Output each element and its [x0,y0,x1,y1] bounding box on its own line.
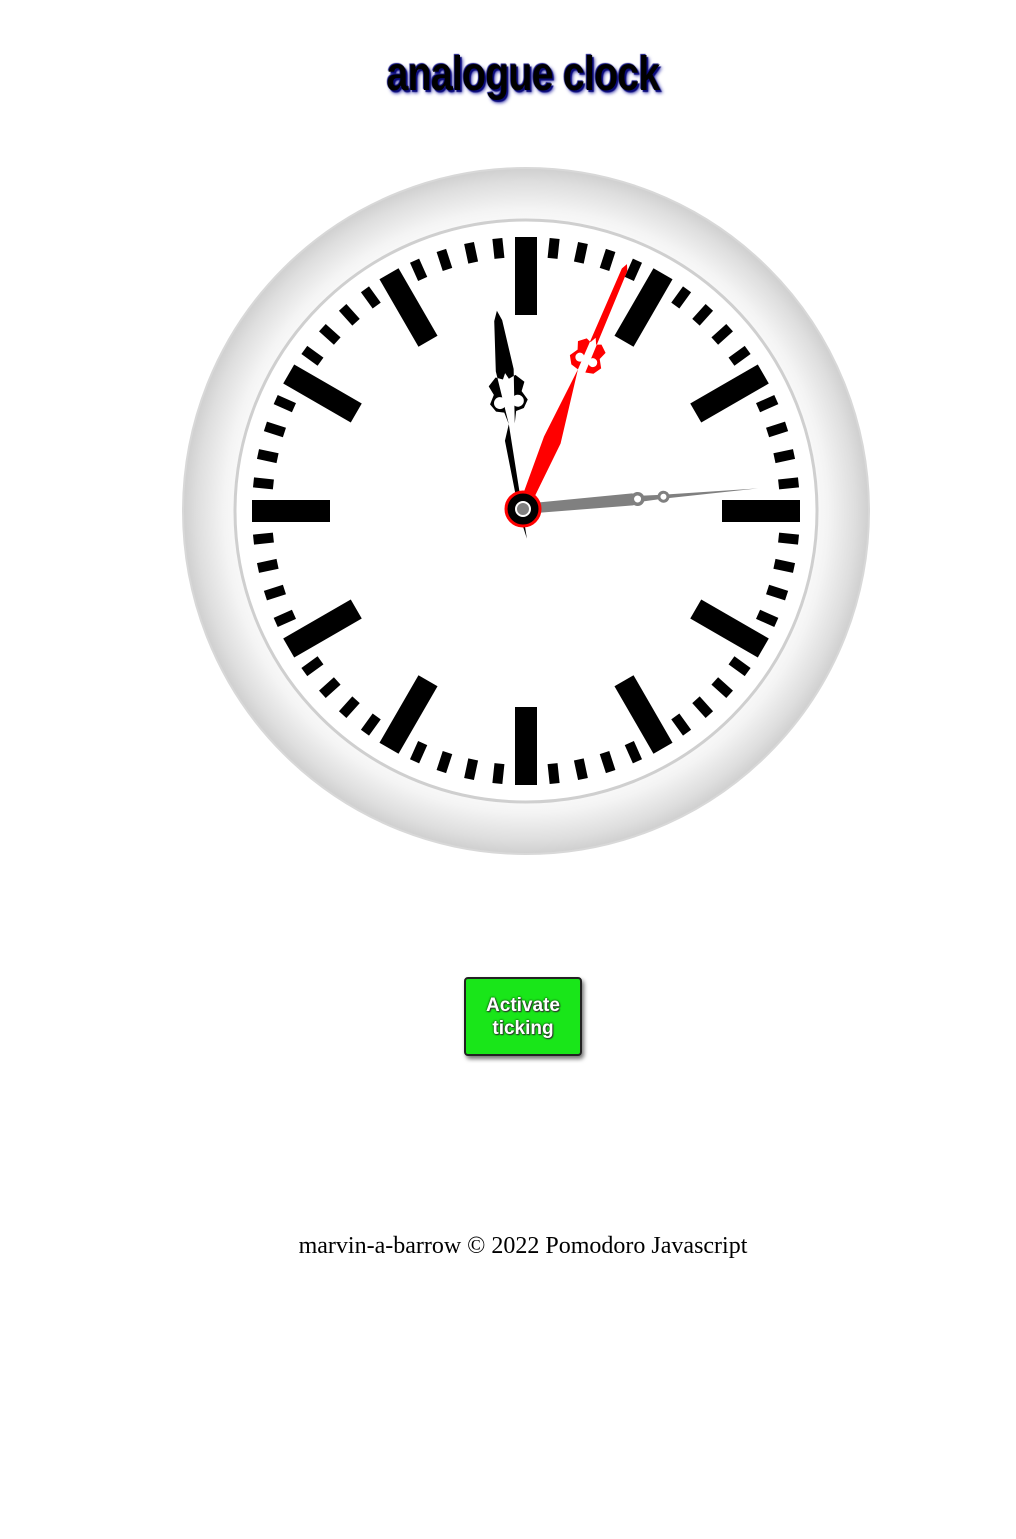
analogue-clock [182,167,870,855]
minute-marker [547,763,560,785]
footer-credit: marvin-a-barrow © 2022 Pomodoro Javascri… [298,1233,748,1259]
minute-marker [492,763,505,785]
clock-face-svg [182,167,870,855]
center-cap [515,501,531,517]
minute-marker [492,237,505,259]
minute-marker [252,532,274,545]
hour-marker [722,500,800,522]
minute-marker [252,477,274,490]
minute-marker [547,237,560,259]
activate-ticking-label: Activate ticking [486,994,560,1039]
hour-marker [515,237,537,315]
hour-marker [515,707,537,785]
minute-marker [778,477,800,490]
hour-marker [252,500,330,522]
page-title: analogue clock [386,48,661,101]
activate-ticking-button[interactable]: Activate ticking [464,977,582,1056]
minute-marker [778,532,800,545]
